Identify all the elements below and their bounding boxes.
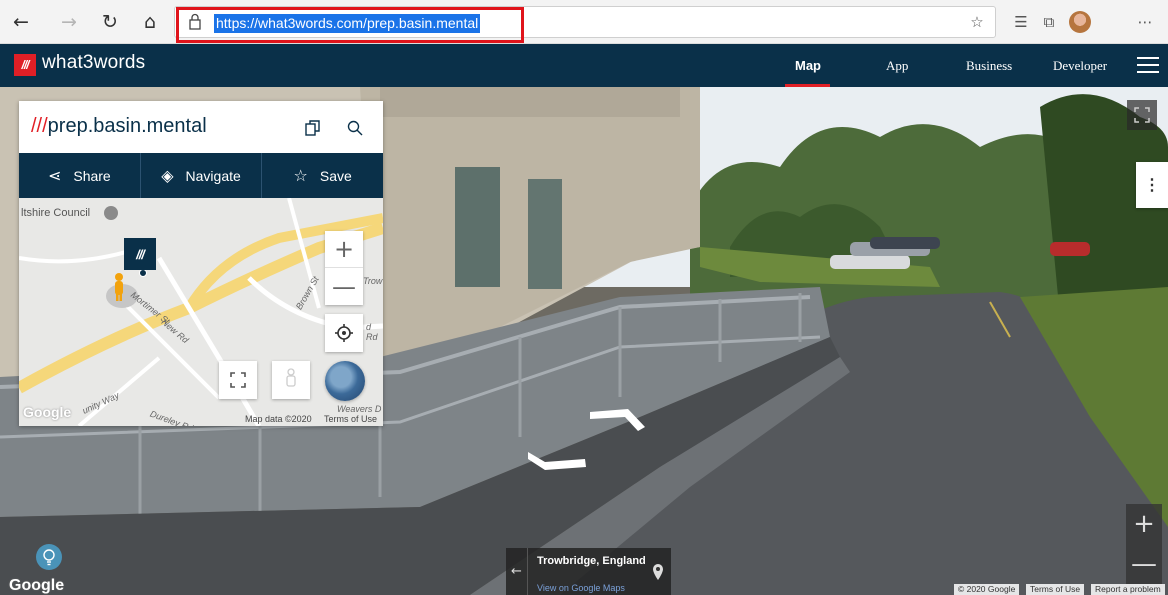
map-road-label: Trow bbox=[363, 276, 383, 286]
w3w-logo-text[interactable]: what3words bbox=[42, 52, 145, 74]
lock-icon bbox=[189, 13, 201, 30]
map-road-label: d Rd bbox=[366, 322, 378, 342]
map-fullscreen-button[interactable] bbox=[219, 361, 257, 399]
map-zoom-out-button[interactable]: — bbox=[325, 268, 363, 305]
back-arrow-icon[interactable]: ← bbox=[506, 548, 528, 595]
nav-business[interactable]: Business bbox=[966, 58, 1012, 74]
home-icon[interactable]: ⌂ bbox=[137, 9, 163, 35]
pin-icon[interactable] bbox=[652, 564, 664, 580]
side-menu-button[interactable]: ⋮ bbox=[1136, 162, 1168, 208]
map-terms-link[interactable]: Terms of Use bbox=[324, 414, 377, 424]
back-icon[interactable]: ← bbox=[8, 9, 34, 35]
address-slashes: /// bbox=[31, 115, 48, 137]
location-info-card: ← Trowbridge, England View on Google Map… bbox=[506, 548, 671, 595]
street-view-zoom-out[interactable]: — bbox=[1131, 544, 1157, 584]
star-icon: ☆ bbox=[293, 166, 308, 185]
save-label: Save bbox=[319, 167, 352, 184]
street-view-zoom-control: + — bbox=[1126, 504, 1162, 584]
menu-icon[interactable] bbox=[1137, 57, 1159, 73]
site-header: /// what3words Map App Business Develope… bbox=[0, 44, 1168, 87]
locate-button[interactable] bbox=[325, 314, 363, 352]
location-title: Trowbridge, England bbox=[537, 555, 646, 567]
url-text[interactable]: https://what3words.com/prep.basin.mental bbox=[214, 14, 481, 33]
street-view-zoom-in[interactable]: + bbox=[1133, 504, 1155, 544]
map-place-label: ltshire Council bbox=[21, 207, 91, 219]
refresh-icon[interactable]: ↻ bbox=[97, 9, 123, 35]
mini-map[interactable]: ltshire Council Mortimer St New Rd Brown… bbox=[19, 198, 383, 426]
more-icon[interactable]: ⋯ bbox=[1134, 11, 1156, 33]
google-logo: Google bbox=[9, 577, 65, 594]
lightbulb-icon bbox=[43, 549, 55, 566]
google-maps-link[interactable]: View on Google Maps bbox=[537, 583, 625, 593]
profile-avatar[interactable] bbox=[1069, 11, 1091, 33]
report-problem-link[interactable]: Report a problem bbox=[1091, 584, 1165, 595]
navigate-icon: ◈ bbox=[161, 166, 174, 185]
action-bar: ⋖ Share ◈ Navigate ☆ Save bbox=[19, 153, 383, 198]
map-zoom-in-button[interactable]: + bbox=[325, 231, 363, 268]
fullscreen-icon bbox=[230, 372, 246, 388]
navigate-label: Navigate bbox=[185, 167, 241, 184]
share-icon: ⋖ bbox=[47, 166, 62, 185]
terms-link[interactable]: Terms of Use bbox=[1026, 584, 1085, 595]
w3w-marker[interactable]: /// bbox=[124, 238, 156, 270]
address-panel: ///prep.basin.mental ⋖ Share ◈ Navigate … bbox=[19, 101, 383, 426]
w3w-logo-mark[interactable]: /// bbox=[14, 54, 36, 76]
person-icon bbox=[286, 368, 296, 387]
panel-address[interactable]: ///prep.basin.mental bbox=[31, 115, 207, 138]
address-words: prep.basin.mental bbox=[47, 115, 207, 137]
save-button[interactable]: ☆ Save bbox=[262, 153, 383, 198]
search-icon[interactable] bbox=[346, 119, 364, 137]
forward-icon[interactable]: → bbox=[56, 9, 82, 35]
map-zoom-control: + — bbox=[325, 231, 363, 305]
google-logo: Google bbox=[23, 404, 72, 420]
copyright-text: © 2020 Google bbox=[954, 584, 1020, 595]
collections-icon[interactable]: ⧉ bbox=[1038, 11, 1060, 33]
pegman-button[interactable] bbox=[272, 361, 310, 399]
navigate-button[interactable]: ◈ Navigate bbox=[141, 153, 263, 198]
lightbulb-button[interactable] bbox=[36, 544, 62, 570]
browser-toolbar: ← → ↻ ⌂ https://what3words.com/prep.basi… bbox=[0, 0, 1168, 44]
map-data-text: Map data ©2020 bbox=[245, 414, 312, 424]
copy-icon[interactable] bbox=[304, 119, 322, 137]
pegman-icon[interactable] bbox=[112, 272, 126, 302]
favorite-star-icon[interactable]: ☆ bbox=[966, 11, 988, 33]
street-view-fullscreen-button[interactable] bbox=[1127, 100, 1157, 130]
crosshair-icon bbox=[335, 324, 353, 342]
map-road-label: Weavers D bbox=[337, 404, 382, 414]
share-button[interactable]: ⋖ Share bbox=[19, 153, 141, 198]
share-label: Share bbox=[73, 167, 111, 184]
fullscreen-icon bbox=[1134, 107, 1150, 123]
nav-app[interactable]: App bbox=[886, 58, 908, 74]
globe-view-button[interactable] bbox=[325, 361, 365, 401]
favorites-list-icon[interactable]: ☰ bbox=[1010, 11, 1032, 33]
nav-map[interactable]: Map bbox=[795, 58, 821, 73]
nav-developer[interactable]: Developer bbox=[1053, 58, 1107, 74]
